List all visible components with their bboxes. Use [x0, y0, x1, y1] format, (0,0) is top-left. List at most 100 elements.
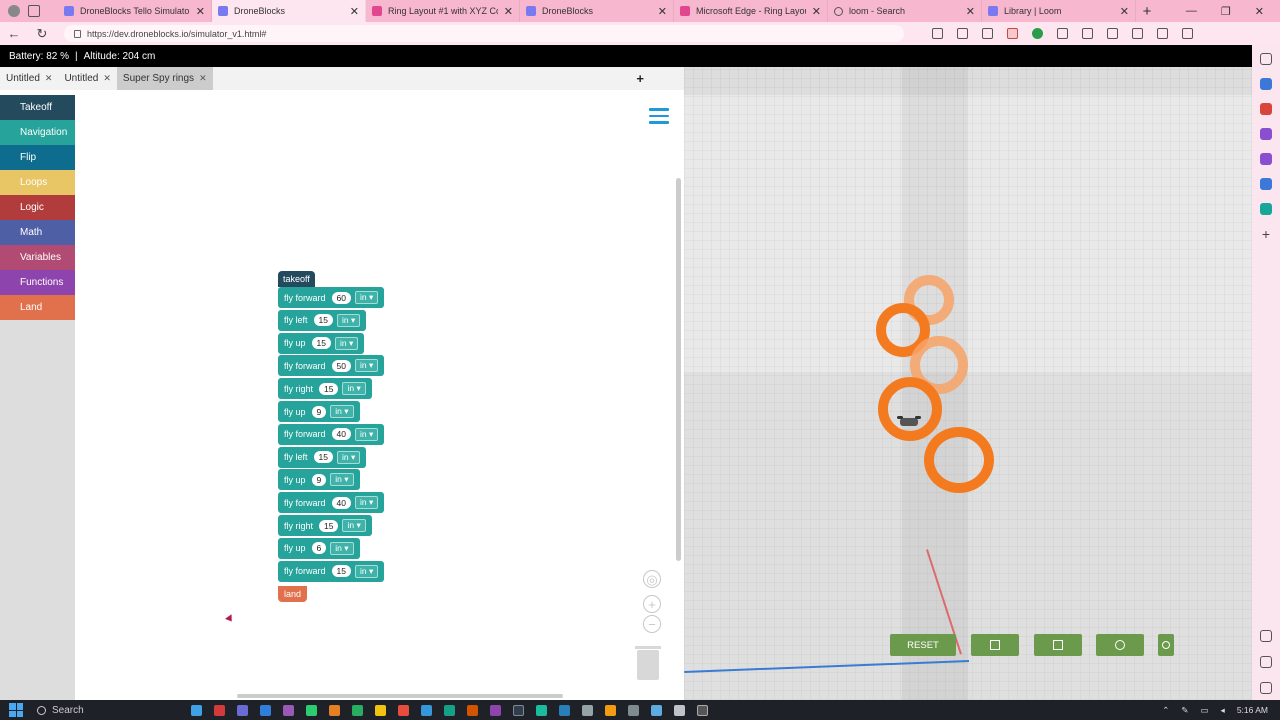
app-icon[interactable] [467, 704, 478, 716]
profile-icon[interactable] [8, 5, 20, 17]
fly-command-block[interactable]: fly forward 40 in ▾ [278, 423, 385, 445]
close-file-tab-icon[interactable]: ✕ [45, 73, 53, 84]
toolbox-category-math[interactable]: Math [0, 220, 75, 245]
fly-command-block[interactable]: fly forward 40 in ▾ [278, 492, 385, 514]
refresh-icon[interactable]: ↻ [28, 26, 56, 42]
file-tab[interactable]: Untitled ✕ [58, 67, 116, 90]
distance-input[interactable]: 15 [331, 565, 351, 578]
fly-command-block[interactable]: fly up 6 in ▾ [278, 537, 360, 559]
edge-icon[interactable] [559, 704, 570, 716]
toolbox-category-variables[interactable]: Variables [0, 245, 75, 270]
distance-input[interactable]: 15 [313, 451, 333, 464]
grammarly-icon[interactable] [1032, 28, 1043, 39]
workspace-horizontal-scrollbar[interactable] [237, 694, 563, 698]
distance-input[interactable]: 6 [311, 542, 327, 555]
tray-chevron-icon[interactable]: ⌃ [1162, 705, 1169, 716]
close-tab-icon[interactable]: ✕ [196, 5, 205, 18]
unit-dropdown[interactable]: in ▾ [354, 496, 379, 510]
workspace-vertical-scrollbar[interactable] [676, 178, 681, 561]
fly-command-block[interactable]: fly up 15 in ▾ [278, 332, 365, 354]
distance-input[interactable]: 50 [331, 359, 351, 372]
app-icon[interactable] [697, 704, 708, 716]
close-tab-icon[interactable]: ✕ [812, 5, 821, 18]
fly-command-block[interactable]: fly up 9 in ▾ [278, 469, 360, 491]
distance-input[interactable]: 15 [311, 337, 331, 350]
extensions-icon[interactable] [1057, 28, 1068, 39]
unit-dropdown[interactable]: in ▾ [354, 427, 379, 441]
close-tab-icon[interactable]: ✕ [658, 5, 667, 18]
url-field[interactable]: https://dev.droneblocks.io/simulator_v1.… [64, 25, 904, 42]
tools-icon[interactable] [1260, 103, 1272, 115]
toolbox-category-takeoff[interactable]: Takeoff [0, 95, 75, 120]
external-link-icon[interactable] [1260, 656, 1272, 668]
task-view-icon[interactable] [191, 704, 202, 716]
unit-dropdown[interactable]: in ▾ [342, 382, 366, 396]
toolbox-category-navigation[interactable]: Navigation [0, 120, 75, 145]
unit-dropdown[interactable]: in ▾ [330, 541, 354, 555]
fly-command-block[interactable]: fly right 15 in ▾ [278, 515, 372, 536]
camera-view-button[interactable] [1034, 634, 1082, 656]
add-sidebar-app-icon[interactable]: + [1262, 227, 1270, 241]
file-tab[interactable]: Super Spy rings ✕ [116, 67, 213, 90]
app-icon[interactable] [444, 704, 455, 716]
favorite-icon[interactable] [957, 28, 968, 39]
taskbar-search[interactable]: Search [37, 705, 167, 716]
app-icon[interactable] [674, 704, 685, 716]
app-icon[interactable] [398, 704, 409, 716]
app-icon[interactable] [982, 28, 993, 39]
read-aloud-icon[interactable] [932, 28, 943, 39]
zoom-in-icon[interactable]: + [643, 595, 661, 613]
land-block[interactable]: land [278, 586, 308, 603]
app-icon[interactable] [214, 704, 225, 716]
chrome-icon[interactable] [605, 704, 616, 716]
distance-input[interactable]: 40 [331, 496, 351, 509]
app-icon[interactable] [283, 704, 294, 716]
settings-gear-icon[interactable] [1260, 682, 1272, 694]
app-icon[interactable] [260, 704, 271, 716]
shopping-icon[interactable] [1260, 78, 1272, 90]
split-screen-icon[interactable] [1082, 28, 1093, 39]
restore-icon[interactable]: ❐ [1221, 5, 1231, 18]
distance-input[interactable]: 15 [313, 314, 333, 327]
fly-command-block[interactable]: fly left 15 in ▾ [278, 309, 367, 331]
trash-can-icon[interactable] [637, 650, 659, 680]
close-window-icon[interactable]: ✕ [1255, 5, 1264, 18]
simulator-3d-viewport[interactable]: RESET [684, 67, 1252, 700]
close-file-tab-icon[interactable]: ✕ [103, 73, 111, 84]
reset-button[interactable]: RESET [890, 634, 956, 656]
toolbox-category-land[interactable]: Land [0, 295, 75, 320]
fly-command-block[interactable]: fly forward 15 in ▾ [278, 560, 385, 582]
collections-icon[interactable] [1132, 28, 1143, 39]
unit-dropdown[interactable]: in ▾ [334, 336, 359, 350]
app-icon[interactable] [421, 704, 432, 716]
start-icon[interactable] [9, 703, 23, 717]
distance-input[interactable]: 9 [311, 405, 327, 418]
copilot-sidebar-icon[interactable] [1260, 153, 1272, 165]
browser-tab[interactable]: loom - Search ✕ [828, 0, 982, 22]
app-icon[interactable] [513, 704, 524, 716]
search-icon[interactable] [1260, 53, 1272, 65]
clock[interactable]: 5:16 AM [1237, 705, 1268, 715]
app-icon[interactable] [536, 704, 547, 716]
new-tab-button[interactable]: + [1136, 3, 1158, 20]
app-icon[interactable] [582, 704, 593, 716]
unit-dropdown[interactable]: in ▾ [342, 519, 366, 532]
drop-icon[interactable] [1260, 203, 1272, 215]
volume-icon[interactable]: ◂ [1221, 705, 1225, 716]
extension-icon[interactable] [1007, 28, 1018, 39]
browser-tab[interactable]: DroneBlocks ✕ [212, 0, 366, 22]
unit-dropdown[interactable]: in ▾ [336, 313, 361, 327]
unit-dropdown[interactable]: in ▾ [330, 405, 354, 418]
browser-tab[interactable]: Ring Layout #1 with XYZ Coord ✕ [366, 0, 520, 22]
network-icon[interactable]: ▭ [1201, 705, 1209, 716]
toolbox-category-flip[interactable]: Flip [0, 145, 75, 170]
more-icon[interactable] [1182, 28, 1193, 39]
unit-dropdown[interactable]: in ▾ [330, 473, 354, 487]
toolbox-category-loops[interactable]: Loops [0, 170, 75, 195]
record-button[interactable] [1096, 634, 1144, 656]
toolbox-category-functions[interactable]: Functions [0, 270, 75, 295]
close-file-tab-icon[interactable]: ✕ [199, 73, 207, 84]
recenter-icon[interactable]: ◎ [643, 570, 661, 588]
distance-input[interactable]: 15 [319, 519, 339, 532]
browser-tab[interactable]: DroneBlocks ✕ [520, 0, 674, 22]
